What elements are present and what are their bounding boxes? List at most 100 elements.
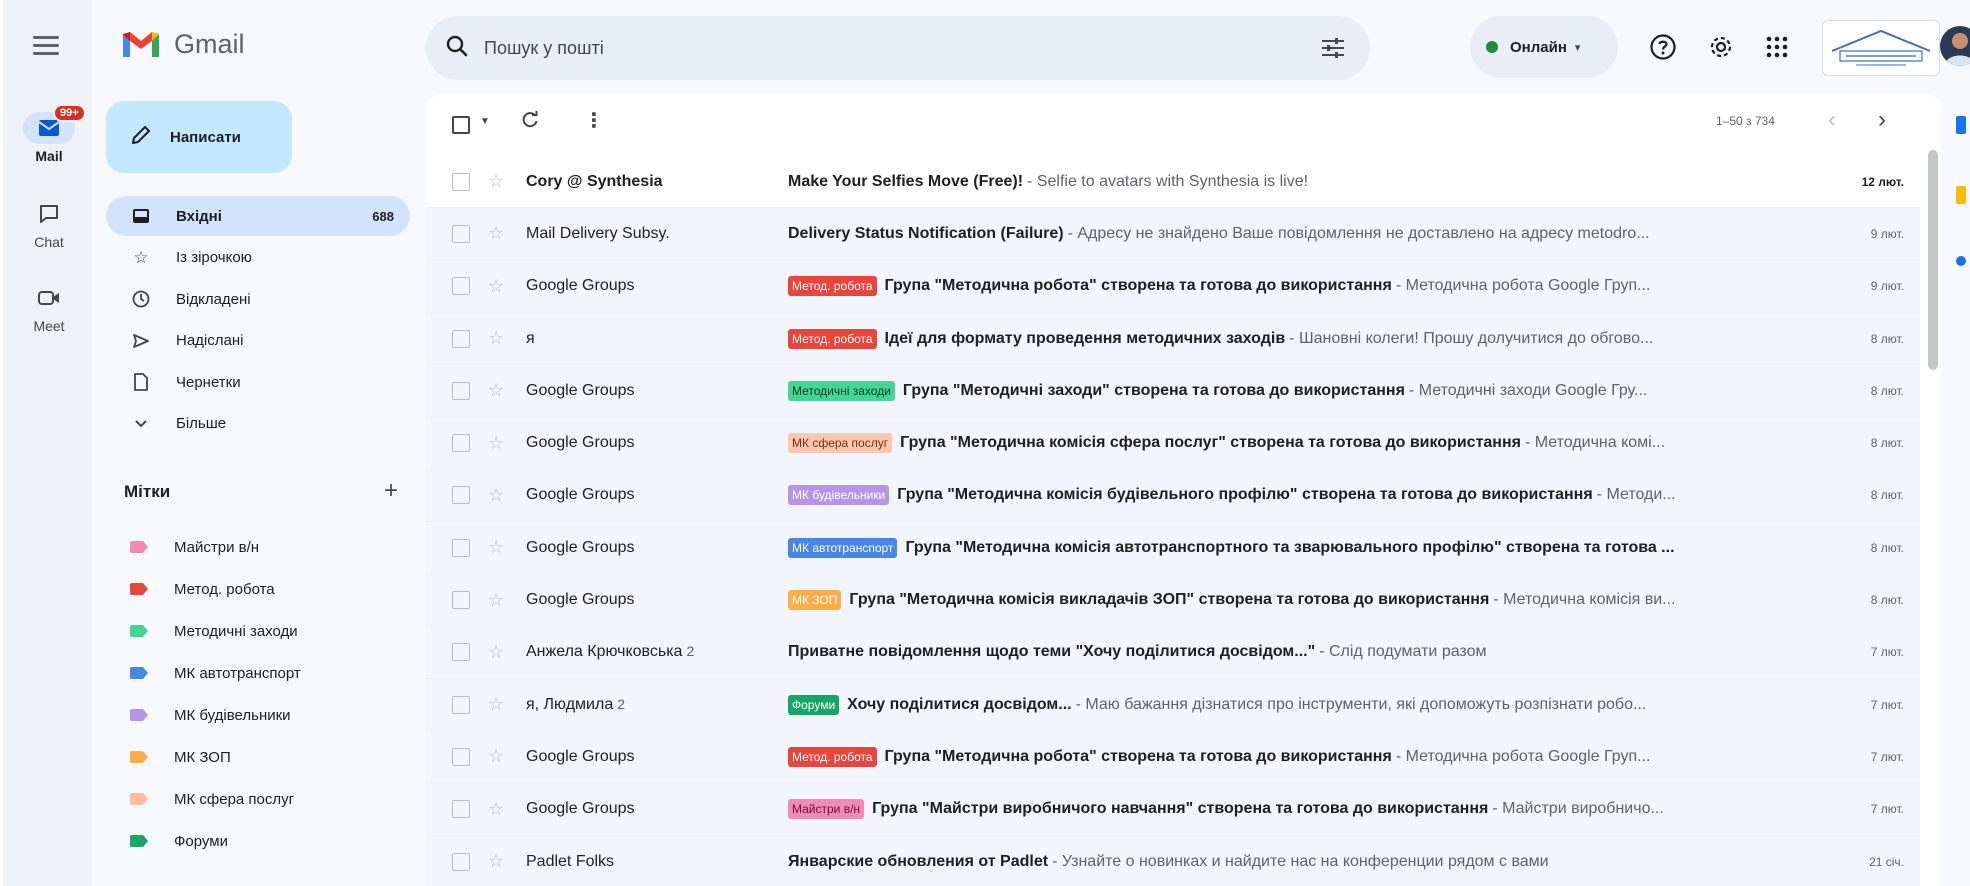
settings-gear-icon[interactable] — [1706, 32, 1736, 62]
email-row[interactable]: ☆ Google Groups Метод. робота Група "Методи… — [426, 731, 1920, 784]
star-icon[interactable]: ☆ — [488, 746, 504, 767]
row-checkbox[interactable] — [452, 695, 470, 714]
nav-item-snoozed[interactable]: Відкладені — [106, 279, 410, 319]
email-row[interactable]: ☆ Google Groups Майстри в/н Група "Майстри … — [426, 783, 1920, 836]
gmail-logo[interactable]: Gmail — [120, 28, 245, 60]
row-checkbox[interactable] — [452, 643, 470, 662]
email-date: 8 лют. — [1870, 331, 1904, 346]
organization-logo[interactable] — [1822, 20, 1940, 76]
nav-item-inbox[interactable]: Вхідні 688 — [106, 196, 410, 236]
email-row[interactable]: ☆ Google Groups Методичні заходи Група "Мет… — [426, 365, 1920, 418]
email-row[interactable]: ☆ Google Groups МК ЗОП Група "Методична ком… — [426, 574, 1920, 627]
star-icon[interactable]: ☆ — [488, 485, 504, 506]
nav-item-drafts[interactable]: Чернетки — [106, 362, 410, 402]
star-icon[interactable]: ☆ — [488, 380, 504, 401]
label-item[interactable]: МК ЗОП — [106, 736, 406, 778]
search-bar[interactable]: Пошук у пошті — [426, 16, 1370, 80]
star-icon[interactable]: ☆ — [488, 799, 504, 820]
email-row[interactable]: ☆ Анжела Крючковська 2 Приватне повідомленн… — [426, 626, 1920, 679]
row-checkbox[interactable] — [452, 800, 470, 819]
label-tag-icon — [130, 583, 148, 595]
row-checkbox[interactable] — [452, 224, 470, 243]
scrollbar-thumb[interactable] — [1928, 150, 1938, 370]
nav-item-more[interactable]: Більше — [106, 404, 410, 444]
star-icon[interactable]: ☆ — [488, 328, 504, 349]
email-row[interactable]: ☆ Mail Delivery Subsy. Delivery Status Not… — [426, 208, 1920, 261]
email-date: 7 лют. — [1870, 697, 1904, 712]
label-chip[interactable]: МК автотранспорт — [788, 537, 898, 558]
more-options-icon[interactable]: ⋮ — [584, 108, 604, 133]
star-icon[interactable]: ☆ — [488, 276, 504, 297]
row-checkbox[interactable] — [452, 329, 470, 348]
row-checkbox[interactable] — [452, 747, 470, 766]
label-chip[interactable]: Метод. робота — [788, 746, 877, 767]
label-item[interactable]: МК будівельники — [106, 694, 406, 736]
rail-chat[interactable]: Chat — [13, 198, 85, 250]
star-icon[interactable]: ☆ — [488, 642, 504, 663]
star-icon[interactable]: ☆ — [488, 851, 504, 872]
nav-item-starred[interactable]: ☆ Із зірочкою — [106, 238, 410, 278]
email-row[interactable]: ☆ Google Groups МК сфера послуг Група "Мето… — [426, 417, 1920, 470]
status-selector[interactable]: Онлайн ▾ — [1470, 16, 1618, 78]
label-chip[interactable]: МК сфера послуг — [788, 433, 893, 454]
add-label-button[interactable]: + — [384, 479, 398, 503]
select-all-checkbox[interactable] — [452, 116, 470, 134]
row-checkbox[interactable] — [452, 277, 470, 296]
row-checkbox[interactable] — [452, 591, 470, 610]
star-icon[interactable]: ☆ — [488, 694, 504, 715]
email-row[interactable]: ☆ я, Людмила 2 Форуми Хочу поділитися досвід… — [426, 678, 1920, 732]
refresh-icon[interactable] — [520, 110, 540, 136]
chevron-right-icon[interactable]: › — [1878, 106, 1886, 134]
label-chip[interactable]: Форуми — [788, 694, 840, 715]
label-chip[interactable]: МК ЗОП — [788, 590, 842, 611]
row-checkbox[interactable] — [452, 172, 470, 191]
label-chip[interactable]: Методичні заходи — [788, 380, 895, 401]
account-avatar[interactable] — [1940, 26, 1970, 66]
chevron-left-icon[interactable]: ‹ — [1828, 106, 1836, 134]
rail-meet[interactable]: Meet — [13, 282, 85, 334]
star-icon[interactable]: ☆ — [488, 433, 504, 454]
label-item[interactable]: Форуми — [106, 820, 406, 862]
main-menu-icon[interactable] — [33, 36, 59, 58]
row-checkbox[interactable] — [452, 538, 470, 557]
select-menu-chevron-icon[interactable]: ▼ — [480, 116, 490, 127]
label-item[interactable]: МК автотранспорт — [106, 652, 406, 694]
label-item[interactable]: Майстри в/н — [106, 526, 406, 568]
star-icon[interactable]: ☆ — [488, 537, 504, 558]
star-icon[interactable]: ☆ — [488, 171, 504, 192]
help-icon[interactable] — [1648, 32, 1678, 62]
apps-grid-icon[interactable] — [1762, 32, 1792, 62]
tasks-icon[interactable] — [1956, 256, 1966, 266]
side-panel — [1948, 94, 1970, 886]
email-row[interactable]: ☆ я Метод. робота Ідеї для формату проведен… — [426, 312, 1920, 366]
label-chip[interactable]: Метод. робота — [788, 328, 877, 349]
label-chip[interactable]: Метод. робота — [788, 276, 877, 297]
email-date: 12 лют. — [1861, 174, 1904, 189]
email-sender: Анжела Крючковська 2 — [526, 643, 766, 661]
star-icon[interactable]: ☆ — [488, 223, 504, 244]
search-icon[interactable] — [444, 33, 474, 63]
row-checkbox[interactable] — [452, 434, 470, 453]
rail-mail[interactable]: 99+ Mail — [13, 104, 86, 164]
label-item[interactable]: Метод. робота — [106, 568, 406, 610]
email-row[interactable]: ☆ Google Groups МК будівельники Група "Мето… — [426, 469, 1920, 523]
row-checkbox[interactable] — [452, 381, 470, 400]
row-checkbox[interactable] — [452, 852, 470, 871]
label-item[interactable]: Методичні заходи — [106, 610, 406, 652]
compose-button[interactable]: Написати — [106, 101, 292, 173]
nav-item-sent[interactable]: Надіслані — [106, 321, 410, 361]
label-chip[interactable]: Майстри в/н — [788, 799, 865, 820]
search-input[interactable]: Пошук у пошті — [484, 38, 604, 59]
email-row[interactable]: ☆ Google Groups Метод. робота Група "Методи… — [426, 260, 1920, 313]
calendar-icon[interactable] — [1956, 116, 1966, 134]
email-row[interactable]: ☆ Google Groups МК автотранспорт Група "Мет… — [426, 522, 1920, 575]
keep-icon[interactable] — [1956, 186, 1966, 204]
label-item[interactable]: МК сфера послуг — [106, 778, 406, 820]
email-row[interactable]: ☆ Cory @ Synthesia Make Your Selfies Move … — [426, 156, 1920, 209]
star-icon[interactable]: ☆ — [488, 590, 504, 611]
label-chip[interactable]: МК будівельники — [788, 485, 890, 506]
row-checkbox[interactable] — [452, 486, 470, 505]
search-options-icon[interactable] — [1320, 36, 1346, 60]
email-row[interactable]: ☆ Padlet Folks Январские обновления от Pad… — [426, 835, 1920, 886]
nav-item-label: Відкладені — [176, 290, 251, 308]
